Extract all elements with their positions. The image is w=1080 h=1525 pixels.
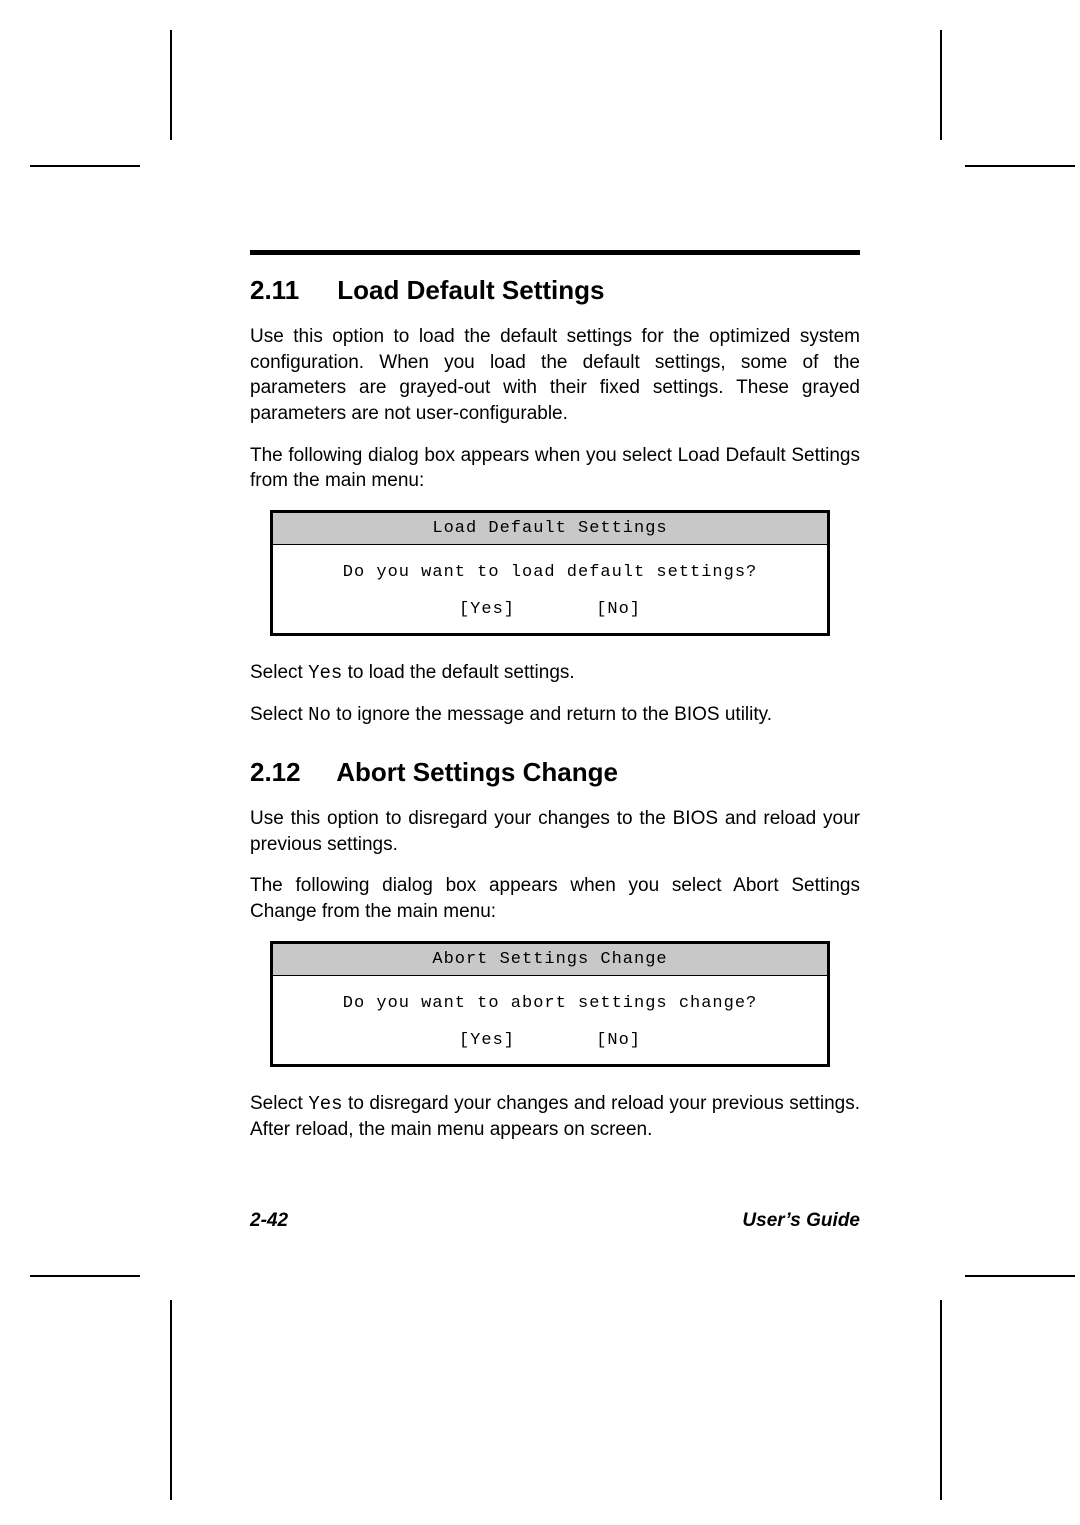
content-area: 2.11 Load Default Settings Use this opti… [250,250,860,1159]
crop-mark [965,165,1075,167]
body-paragraph: Use this option to disregard your change… [250,806,860,857]
page: 2.11 Load Default Settings Use this opti… [0,0,1080,1525]
dialog-body: Do you want to load default settings? [Y… [273,545,827,633]
text-fragment: Select [250,662,308,683]
text-fragment: to ignore the message and return to the … [331,704,772,725]
text-fragment: Select [250,1093,308,1114]
dialog-title: Load Default Settings [273,513,827,545]
page-number: 2-42 [250,1210,288,1232]
dialog-body: Do you want to abort settings change? [Y… [273,976,827,1064]
body-paragraph: Select No to ignore the message and retu… [250,702,860,729]
body-paragraph: Select Yes to load the default settings. [250,660,860,687]
section-title: Abort Settings Change [336,757,618,787]
dialog-question: Do you want to load default settings? [283,563,817,582]
dialog-title: Abort Settings Change [273,944,827,976]
section-heading: 2.12 Abort Settings Change [250,757,860,788]
code-text: Yes [308,1093,342,1115]
dialog-option-yes[interactable]: [Yes] [459,1031,515,1050]
dialog-options: [Yes] [No] [283,1031,817,1050]
text-fragment: to load the default settings. [342,662,574,683]
section-heading: 2.11 Load Default Settings [250,275,860,306]
dialog-box: Load Default Settings Do you want to loa… [270,510,860,636]
doc-title: User’s Guide [742,1210,860,1232]
crop-mark [170,30,172,140]
body-paragraph: Use this option to load the default sett… [250,324,860,427]
crop-mark [940,1300,942,1500]
page-footer: 2-42 User’s Guide [250,1210,860,1232]
section-number: 2.12 [250,757,330,788]
section-title: Load Default Settings [337,275,604,305]
dialog-option-yes[interactable]: [Yes] [459,600,515,619]
dialog-question: Do you want to abort settings change? [283,994,817,1013]
dialog-option-no[interactable]: [No] [596,600,641,619]
body-paragraph: Select Yes to disregard your changes and… [250,1091,860,1143]
section-rule [250,250,860,255]
body-paragraph: The following dialog box appears when yo… [250,443,860,494]
code-text: No [308,704,331,726]
crop-mark [30,165,140,167]
code-text: Yes [308,662,342,684]
dialog-options: [Yes] [No] [283,600,817,619]
dialog-box: Abort Settings Change Do you want to abo… [270,941,860,1067]
crop-mark [30,1275,140,1277]
section-number: 2.11 [250,275,330,306]
text-fragment: Select [250,704,308,725]
dialog-option-no[interactable]: [No] [596,1031,641,1050]
body-paragraph: The following dialog box appears when yo… [250,873,860,924]
crop-mark [170,1300,172,1500]
crop-mark [965,1275,1075,1277]
crop-mark [940,30,942,140]
